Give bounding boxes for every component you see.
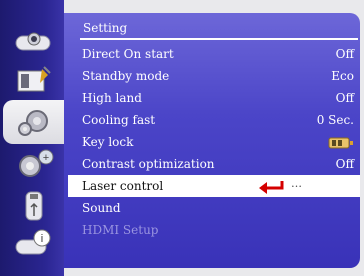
menu-item-label: Cooling fast (82, 113, 156, 127)
menu-item-label: Direct On start (82, 47, 174, 61)
menu-item-label: HDMI Setup (82, 223, 159, 237)
title-divider (80, 38, 358, 40)
sidebar: + i (0, 0, 64, 276)
svg-text:i: i (40, 233, 42, 245)
menu-item-contrast-optimization[interactable]: Contrast optimization Off (68, 153, 360, 175)
image-adjust-icon[interactable] (9, 62, 58, 98)
menu-item-laser-control[interactable]: Laser control … (68, 175, 360, 197)
display-icon[interactable] (9, 22, 58, 58)
menu-title: Setting (83, 21, 128, 35)
menu-item-label: Contrast optimization (82, 157, 215, 171)
more-options-indicator: … (291, 177, 302, 190)
info-icon[interactable]: i (9, 226, 58, 262)
menu-item-label: Sound (82, 201, 121, 215)
menu-item-value: Off (335, 47, 354, 61)
menu-item-sound[interactable]: Sound (68, 197, 360, 219)
menu-item-key-lock[interactable]: Key lock (68, 131, 360, 153)
menu-item-hdmi-setup: HDMI Setup (68, 219, 360, 241)
menu-item-high-land[interactable]: High land Off (68, 87, 360, 109)
setting-gear-icon[interactable] (3, 100, 64, 144)
menu-item-label: Laser control (82, 179, 164, 193)
menu-item-direct-on-start[interactable]: Direct On start Off (68, 43, 360, 65)
menu-item-cooling-fast[interactable]: Cooling fast 0 Sec. (68, 109, 360, 131)
expanded-gear-icon[interactable]: + (9, 146, 58, 182)
svg-text:+: + (42, 152, 48, 164)
menu-item-label: Key lock (82, 135, 134, 149)
menu-item-value: 0 Sec. (316, 113, 354, 127)
menu-item-label: Standby mode (82, 69, 170, 83)
menu-item-standby-mode[interactable]: Standby mode Eco (68, 65, 360, 87)
usb-drive-icon[interactable] (9, 188, 58, 224)
menu-item-value: Off (335, 91, 354, 105)
menu-item-value: Off (335, 157, 354, 171)
menu-item-value: Eco (331, 69, 354, 83)
menu-window: + i Setting Direct On start Off Standby … (0, 0, 364, 276)
menu-item-label: High land (82, 91, 142, 105)
